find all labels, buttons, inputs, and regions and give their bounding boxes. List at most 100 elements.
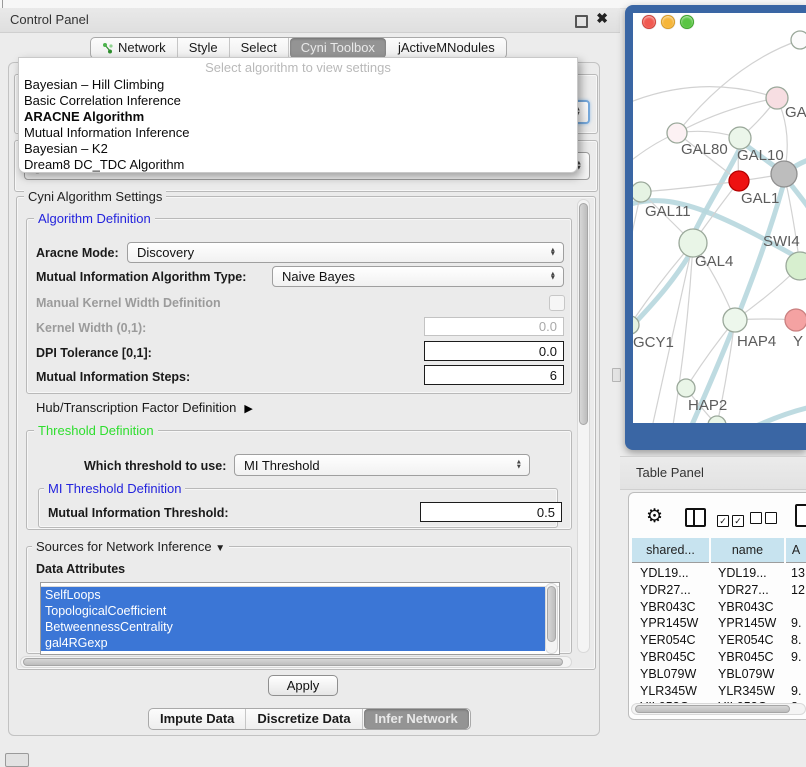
settings-horizontal-scrollbar-thumb[interactable] [23, 658, 563, 666]
window-zoom-light[interactable] [680, 15, 694, 29]
aracne-mode-combo[interactable]: Discovery ▲▼ [127, 242, 564, 263]
window-close-light[interactable] [642, 15, 656, 29]
network-edge-thick[interactable] [633, 249, 693, 331]
attribute-list-scrollbar-thumb[interactable] [547, 586, 556, 642]
table-cell[interactable]: YBR045C [718, 649, 791, 666]
screenshot-root: { "control_panel": { "title": "Control P… [0, 0, 806, 762]
table-cell[interactable]: 13 [791, 565, 806, 582]
algorithm-option[interactable]: Mutual Information Inference [19, 125, 577, 141]
table-cell[interactable]: YER054C [718, 632, 791, 649]
tab-jactivemnodules[interactable]: jActiveMNodules [387, 38, 506, 58]
settings-horizontal-scrollbar[interactable] [20, 656, 572, 668]
corner-widget-button[interactable] [5, 753, 29, 767]
deselect-all-checkboxes-icon[interactable] [750, 511, 780, 529]
column-header-A[interactable]: A [786, 538, 806, 563]
table-panel-title: Table Panel [636, 465, 704, 480]
kernel-width-label: Kernel Width (0,1): [36, 321, 146, 335]
node-label: GCY1 [633, 334, 674, 351]
table-cell[interactable]: 8. [791, 632, 806, 649]
algorithm-option[interactable]: ARACNE Algorithm [19, 109, 577, 125]
kernel-width-field[interactable]: 0.0 [424, 317, 564, 336]
table-cell[interactable]: YBL079W [718, 666, 791, 683]
table-horizontal-scrollbar-thumb[interactable] [635, 705, 790, 713]
select-all-checkboxes-icon[interactable]: ✓✓ [717, 511, 747, 529]
network-node[interactable] [708, 416, 726, 423]
attribute-item-selected[interactable]: SelfLoops [41, 587, 545, 603]
table-cell[interactable]: YDL19... [718, 565, 791, 582]
network-node[interactable] [771, 161, 797, 187]
network-edge-thick[interactable] [741, 407, 806, 423]
data-attributes-list[interactable]: SelfLoopsTopologicalCoefficientBetweenne… [40, 582, 560, 655]
network-node-gal1[interactable] [729, 171, 749, 191]
table-horizontal-scrollbar[interactable] [631, 703, 806, 715]
table-cell[interactable]: 12 [791, 582, 806, 599]
network-node-hap4[interactable] [723, 308, 747, 332]
network-node-gal10[interactable] [729, 127, 751, 149]
table-cell[interactable]: 9. [791, 649, 806, 666]
tab-cyni-toolbox[interactable]: Cyni Toolbox [290, 38, 386, 58]
table-settings-gear-icon[interactable]: ⚙ [646, 505, 663, 528]
mi-type-combo[interactable]: Naive Bayes ▲▼ [272, 266, 564, 287]
tab-select[interactable]: Select [230, 38, 289, 58]
algorithm-option[interactable]: Bayesian – Hill Climbing [19, 77, 577, 93]
settings-vertical-scrollbar[interactable] [577, 199, 590, 653]
table-cell[interactable]: YBL079W [640, 666, 717, 683]
table-cell[interactable]: YER054C [640, 632, 717, 649]
algorithm-option[interactable]: Bayesian – K2 [19, 141, 577, 157]
sources-group-title[interactable]: Sources for Network Inference ▼ [32, 540, 229, 555]
table-cell[interactable]: YBR043C [718, 599, 791, 616]
network-node-gal11[interactable] [633, 182, 651, 202]
column-header-shared...[interactable]: shared... [632, 538, 709, 563]
network-view[interactable]: GALGAL80GAL10GAL1GAL11SWI4GAL4HAP4YGCY1H… [633, 13, 806, 423]
column-header-name[interactable]: name [711, 538, 784, 563]
settings-vertical-scrollbar-thumb[interactable] [579, 203, 588, 425]
network-edge[interactable] [633, 87, 777, 103]
mi-steps-field[interactable]: 6 [424, 365, 564, 385]
dpi-tolerance-field[interactable]: 0.0 [424, 341, 564, 361]
table-cell[interactable]: YLR345W [718, 683, 791, 700]
table-cell[interactable]: YBR045C [640, 649, 717, 666]
table-cell[interactable]: 9. [791, 683, 806, 700]
network-edge-thick[interactable] [691, 186, 783, 423]
table-cell[interactable]: YPR145W [640, 615, 717, 632]
export-table-icon[interactable] [795, 504, 806, 527]
attribute-item-selected[interactable]: gal4RGexp [41, 635, 545, 651]
table-panel-titlebar: Table Panel [620, 456, 806, 490]
bottom-tab-discretize-data[interactable]: Discretize Data [246, 709, 362, 729]
network-node-hap2[interactable] [677, 379, 695, 397]
close-icon[interactable]: ✖ [596, 10, 608, 27]
network-node-gal80[interactable] [667, 123, 687, 143]
manual-kernel-checkbox[interactable] [549, 295, 565, 311]
table-columns-icon[interactable] [685, 508, 706, 527]
table-cell[interactable]: YDR27... [718, 582, 791, 599]
window-minimize-light[interactable] [661, 15, 675, 29]
table-cell[interactable]: YDL19... [640, 565, 717, 582]
network-node-y[interactable] [785, 309, 806, 331]
algorithm-option[interactable]: Dream8 DC_TDC Algorithm [19, 157, 577, 173]
attribute-item-selected[interactable]: TopologicalCoefficient [41, 603, 545, 619]
control-panel-titlebar: Control Panel ✖ [0, 8, 620, 33]
mi-threshold-field[interactable]: 0.5 [420, 502, 562, 522]
attribute-list-scrollbar[interactable] [545, 583, 558, 654]
table-cell[interactable]: YDR27... [640, 582, 717, 599]
float-window-icon[interactable] [575, 15, 588, 28]
algorithm-option[interactable]: Basic Correlation Inference [19, 93, 577, 109]
tab-network[interactable]: Network [91, 38, 178, 58]
which-threshold-combo[interactable]: MI Threshold ▲▼ [234, 454, 530, 476]
attribute-item-selected[interactable]: BetweennessCentrality [41, 619, 545, 635]
top-edge-mark [2, 0, 3, 8]
table-cell[interactable]: 9. [791, 615, 806, 632]
bottom-tab-infer-network[interactable]: Infer Network [364, 709, 469, 729]
bottom-tab-impute-data[interactable]: Impute Data [149, 709, 246, 729]
network-edge[interactable] [677, 40, 800, 133]
table-cell[interactable]: YLR345W [640, 683, 717, 700]
apply-button[interactable]: Apply [268, 675, 338, 696]
table-cell[interactable]: YBR043C [640, 599, 717, 616]
hub-definition-toggle[interactable]: Hub/Transcription Factor Definition▶ [36, 400, 253, 415]
table-cell[interactable]: YPR145W [718, 615, 791, 632]
network-node[interactable] [791, 31, 806, 49]
panel-divider-grip[interactable] [612, 368, 621, 382]
tab-style[interactable]: Style [178, 38, 230, 58]
network-graph[interactable]: GALGAL80GAL10GAL1GAL11SWI4GAL4HAP4YGCY1H… [633, 13, 806, 423]
network-edge[interactable] [641, 181, 739, 192]
